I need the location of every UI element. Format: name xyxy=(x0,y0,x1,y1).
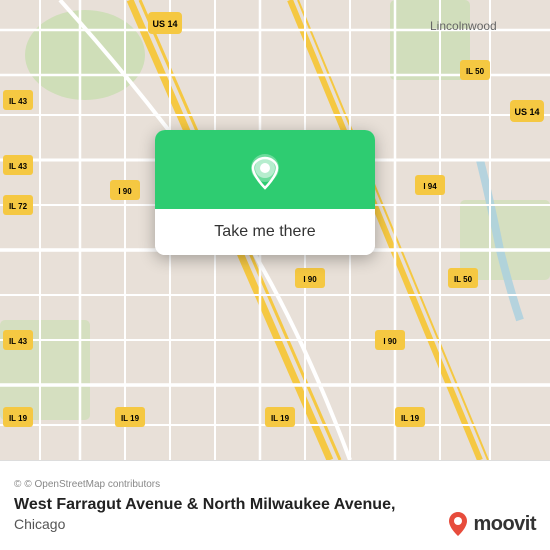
moovit-logo: moovit xyxy=(447,510,536,538)
svg-text:IL 50: IL 50 xyxy=(454,275,473,284)
svg-text:IL 43: IL 43 xyxy=(9,337,28,346)
svg-text:IL 72: IL 72 xyxy=(9,202,28,211)
popup-card: Take me there xyxy=(155,130,375,255)
moovit-pin-icon xyxy=(447,510,469,538)
svg-text:Lincolnwood: Lincolnwood xyxy=(430,19,497,33)
attribution-text: © OpenStreetMap contributors xyxy=(24,479,160,490)
svg-text:IL 43: IL 43 xyxy=(9,97,28,106)
copyright-symbol: © xyxy=(14,479,21,490)
svg-text:IL 19: IL 19 xyxy=(271,414,290,423)
svg-text:IL 19: IL 19 xyxy=(401,414,420,423)
take-me-there-button[interactable]: Take me there xyxy=(155,209,375,255)
svg-text:I 90: I 90 xyxy=(383,337,397,346)
svg-text:IL 50: IL 50 xyxy=(466,67,485,76)
svg-text:IL 19: IL 19 xyxy=(121,414,140,423)
popup-green-area xyxy=(155,130,375,209)
svg-text:I 90: I 90 xyxy=(118,187,132,196)
map-container[interactable]: US 14 IL 43 IL 43 IL 72 I 90 I 90 I 90 I… xyxy=(0,0,550,460)
location-pin-icon xyxy=(243,150,287,194)
svg-text:US 14: US 14 xyxy=(152,19,177,29)
attribution: © © OpenStreetMap contributors xyxy=(14,479,536,490)
svg-text:I 90: I 90 xyxy=(303,275,317,284)
svg-text:I 94: I 94 xyxy=(423,182,437,191)
bottom-bar: © © OpenStreetMap contributors West Farr… xyxy=(0,460,550,550)
svg-text:US 14: US 14 xyxy=(514,107,539,117)
svg-text:IL 43: IL 43 xyxy=(9,162,28,171)
moovit-text: moovit xyxy=(473,513,536,536)
svg-text:IL 19: IL 19 xyxy=(9,414,28,423)
